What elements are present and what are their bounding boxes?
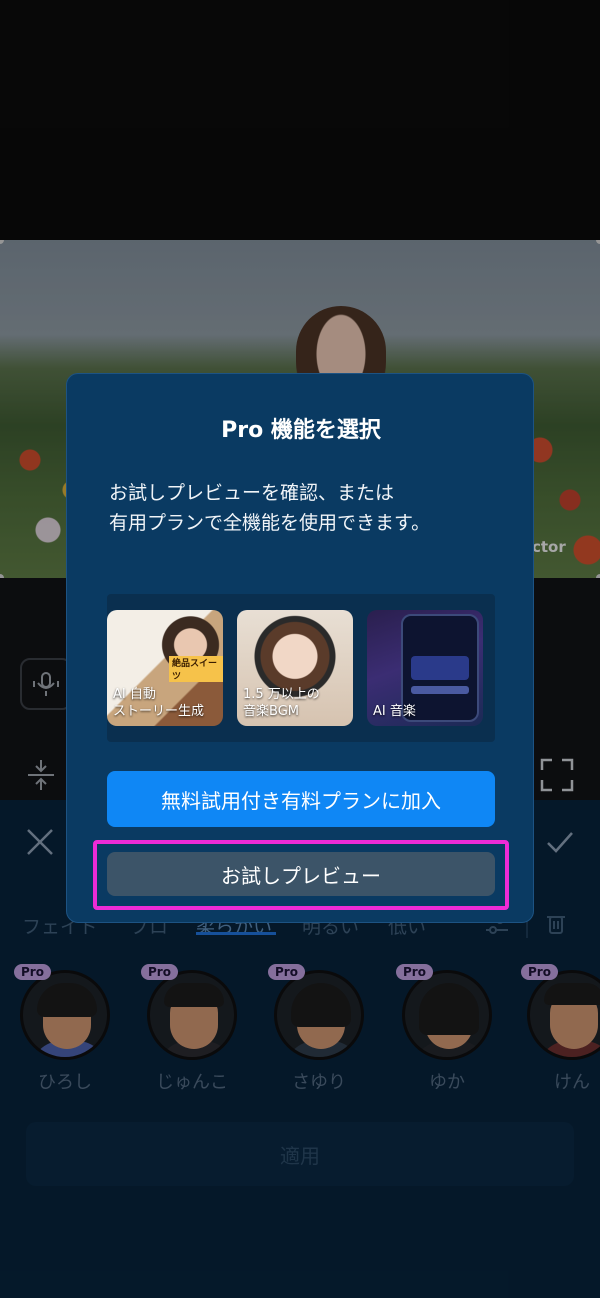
feature-card-ai-music[interactable]: AI 音楽 (367, 610, 483, 726)
feature-label-line2: ストーリー生成 (113, 704, 205, 719)
feature-label: AI 自動 ストーリー生成 (113, 686, 204, 720)
feature-label-line1: 1.5 万以上の (243, 687, 320, 702)
mockup-bar (411, 686, 469, 694)
sweets-badge: 絶品スイーツ (169, 656, 223, 682)
highlight-annotation (93, 840, 509, 910)
feature-carousel[interactable]: 絶品スイーツ AI 自動 ストーリー生成 1.5 万以上の 音楽BGM AI 音… (107, 594, 495, 742)
feature-label-line1: AI 音楽 (373, 704, 416, 719)
dialog-description-line1: お試しプレビューを確認、または (109, 482, 395, 504)
dialog-title: Pro 機能を選択 (221, 418, 381, 443)
feature-label-line1: AI 自動 (113, 687, 156, 702)
screen: ctor フェイド プロ 柔らかい 明るい 低い Pro ひろし Pro じゅん… (0, 0, 600, 1298)
mockup-card (411, 656, 469, 680)
feature-label: AI 音楽 (373, 703, 416, 720)
feature-label-line2: 音楽BGM (243, 704, 299, 719)
feature-card-ai-story[interactable]: 絶品スイーツ AI 自動 ストーリー生成 (107, 610, 223, 726)
subscribe-with-trial-button[interactable]: 無料試用付き有料プランに加入 (107, 771, 495, 827)
dialog-description-line2: 有用プランで全機能を使用できます。 (109, 512, 431, 534)
feature-card-bgm[interactable]: 1.5 万以上の 音楽BGM (237, 610, 353, 726)
dialog-description: お試しプレビューを確認、または 有用プランで全機能を使用できます。 (109, 478, 509, 538)
feature-label: 1.5 万以上の 音楽BGM (243, 686, 320, 720)
